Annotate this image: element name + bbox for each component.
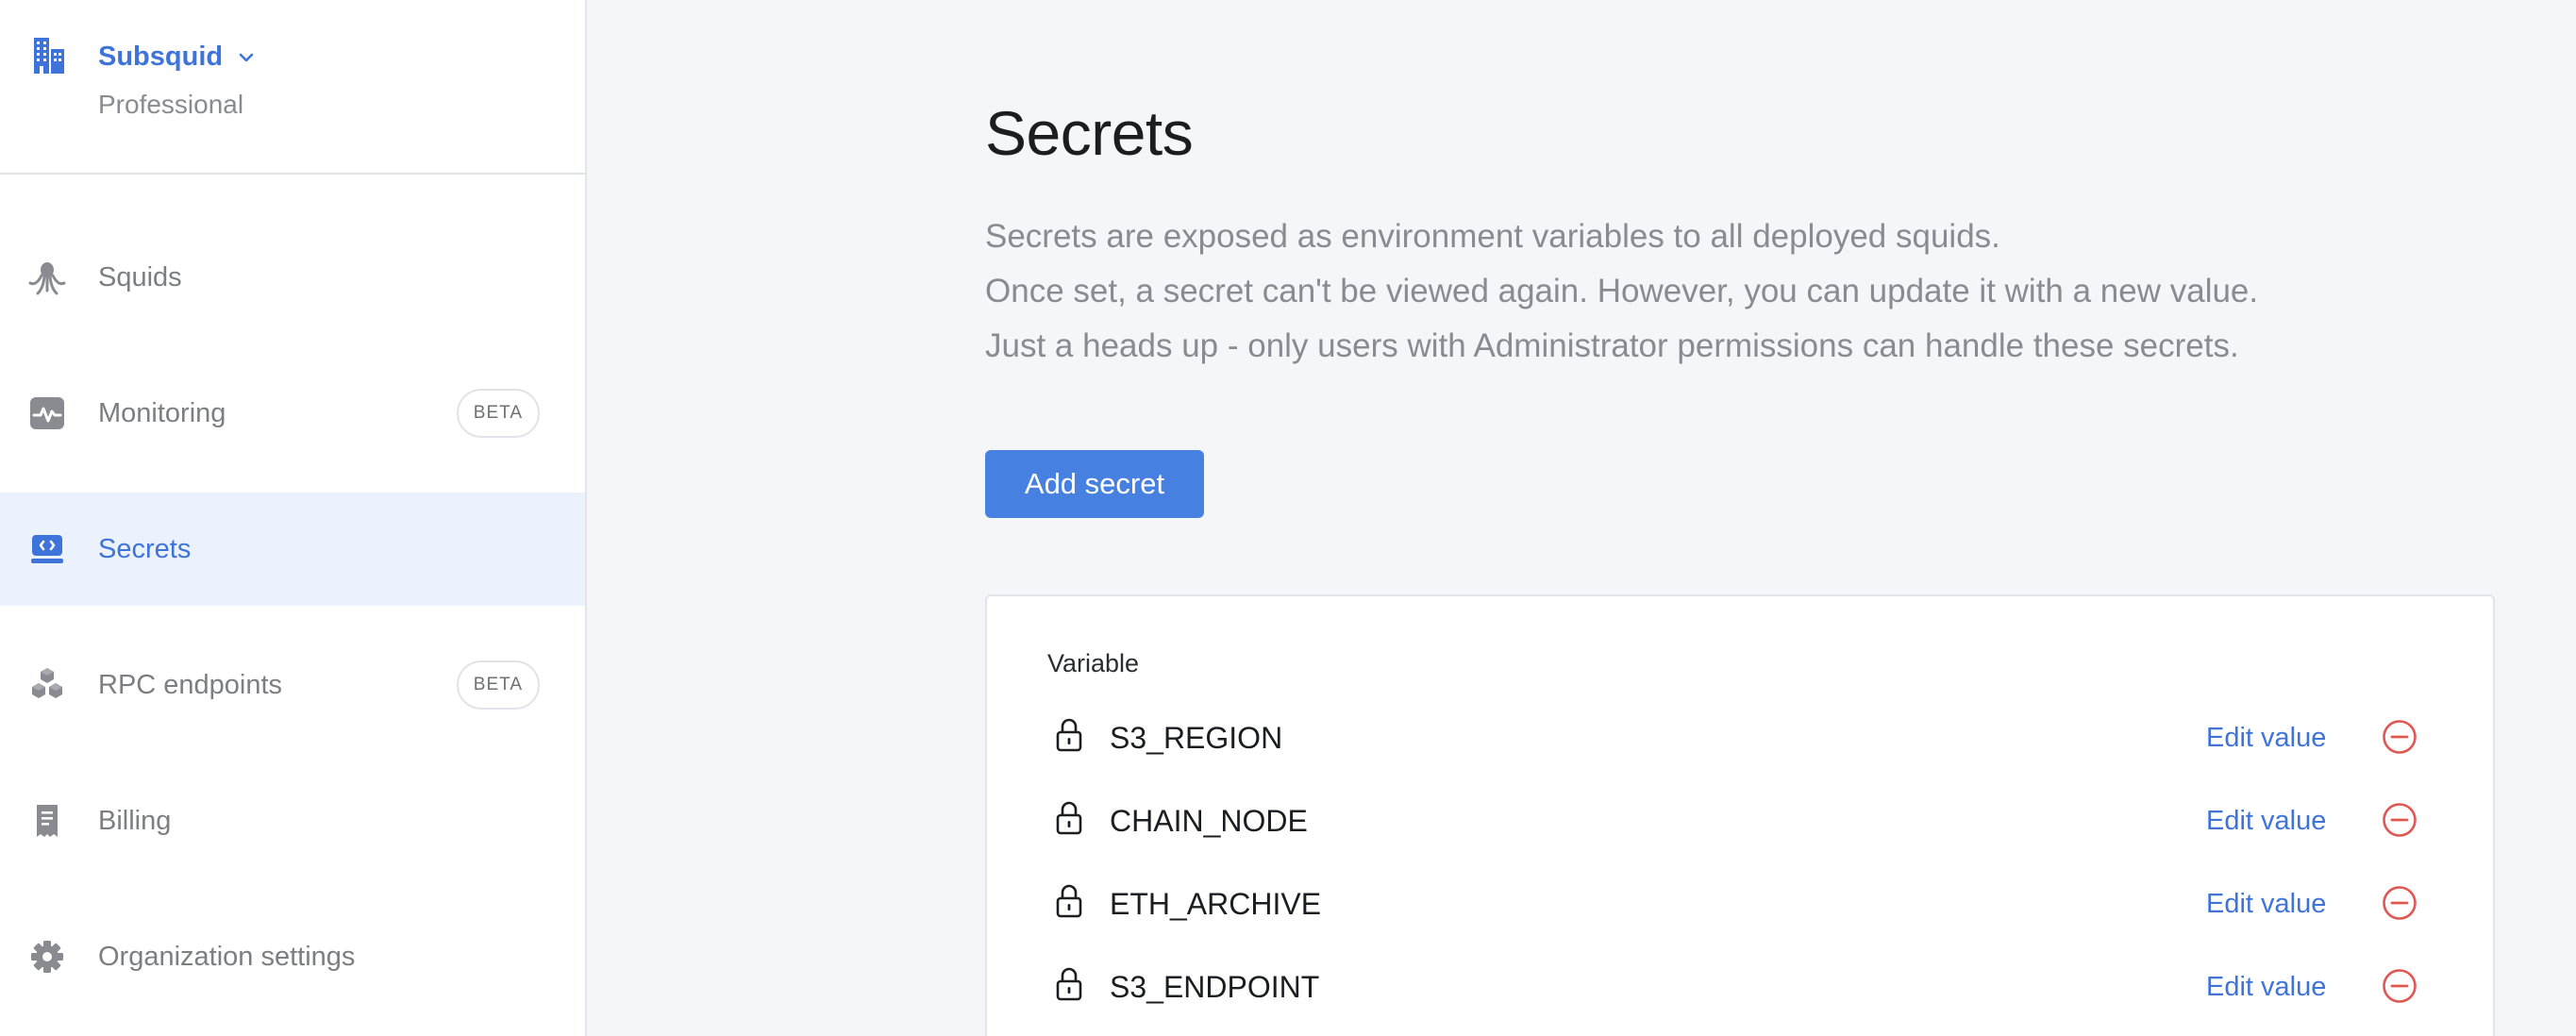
page-title: Secrets xyxy=(985,98,1194,168)
sidebar-item-label: Squids xyxy=(98,261,182,292)
gear-icon xyxy=(28,938,66,976)
table-row: S3_REGION Edit value xyxy=(987,715,2493,772)
org-name: Subsquid xyxy=(98,42,224,72)
lock-icon xyxy=(1056,884,1082,918)
org-switcher: Subsquid Professional xyxy=(0,0,585,175)
variable-name: S3_REGION xyxy=(1110,721,1283,755)
table-row: ETH_ARCHIVE Edit value xyxy=(987,881,2493,938)
sidebar-item-organization-settings[interactable]: Organization settings xyxy=(0,900,585,1013)
secrets-table: Variable S3_REGION Edit value CHAIN_NODE… xyxy=(985,594,2495,1036)
beta-badge: BETA xyxy=(456,389,540,438)
beta-badge: BETA xyxy=(456,660,540,710)
sidebar-item-secrets[interactable]: Secrets xyxy=(0,493,585,606)
lock-icon xyxy=(1056,967,1082,1001)
sidebar-item-label: Organization settings xyxy=(98,941,356,972)
org-name-button[interactable]: Subsquid xyxy=(98,42,257,73)
variable-name: ETH_ARCHIVE xyxy=(1110,887,1322,921)
sidebar-item-rpc-endpoints[interactable]: RPC endpoints BETA xyxy=(0,628,585,742)
remove-circle-icon[interactable] xyxy=(2382,968,2417,1004)
secret-card-icon xyxy=(28,530,66,568)
org-plan: Professional xyxy=(98,90,244,119)
squid-icon xyxy=(28,259,66,296)
building-icon xyxy=(34,38,64,74)
sidebar-item-label: Secrets xyxy=(98,533,192,564)
table-row: S3_ENDPOINT Edit value xyxy=(987,964,2493,1021)
edit-value-link[interactable]: Edit value xyxy=(2206,806,2326,837)
app-root: Subsquid Professional Squids Monitoring … xyxy=(0,0,2576,1036)
remove-circle-icon[interactable] xyxy=(2382,719,2417,755)
sidebar-item-squids[interactable]: Squids xyxy=(0,221,585,334)
add-secret-button[interactable]: Add secret xyxy=(985,450,1204,518)
receipt-icon xyxy=(28,802,66,840)
description-line: Just a heads up - only users with Admini… xyxy=(985,327,2239,364)
page-description: Secrets are exposed as environment varia… xyxy=(985,209,2258,374)
lock-icon xyxy=(1056,801,1082,835)
sidebar-item-label: Billing xyxy=(98,805,172,836)
sidebar-item-label: Monitoring xyxy=(98,397,226,428)
remove-circle-icon[interactable] xyxy=(2382,802,2417,838)
sidebar: Subsquid Professional Squids Monitoring … xyxy=(0,0,587,1036)
sidebar-item-monitoring[interactable]: Monitoring BETA xyxy=(0,357,585,470)
main-content: Secrets Secrets are exposed as environme… xyxy=(587,0,2576,1036)
sidebar-nav: Squids Monitoring BETA Secrets RPC endpo… xyxy=(0,221,585,1013)
lock-icon xyxy=(1056,718,1082,752)
sidebar-item-billing[interactable]: Billing xyxy=(0,764,585,877)
column-header-variable: Variable xyxy=(1047,649,1140,677)
edit-value-link[interactable]: Edit value xyxy=(2206,723,2326,754)
sidebar-item-label: RPC endpoints xyxy=(98,669,283,700)
cubes-icon xyxy=(28,666,66,704)
description-line: Once set, a secret can't be viewed again… xyxy=(985,273,2259,309)
variable-name: CHAIN_NODE xyxy=(1110,804,1308,838)
variable-name: S3_ENDPOINT xyxy=(1110,970,1320,1004)
description-line: Secrets are exposed as environment varia… xyxy=(985,218,2000,255)
pulse-icon xyxy=(28,394,66,432)
remove-circle-icon[interactable] xyxy=(2382,885,2417,921)
edit-value-link[interactable]: Edit value xyxy=(2206,972,2326,1003)
chevron-down-icon xyxy=(239,53,254,61)
edit-value-link[interactable]: Edit value xyxy=(2206,889,2326,920)
table-row: CHAIN_NODE Edit value xyxy=(987,798,2493,855)
